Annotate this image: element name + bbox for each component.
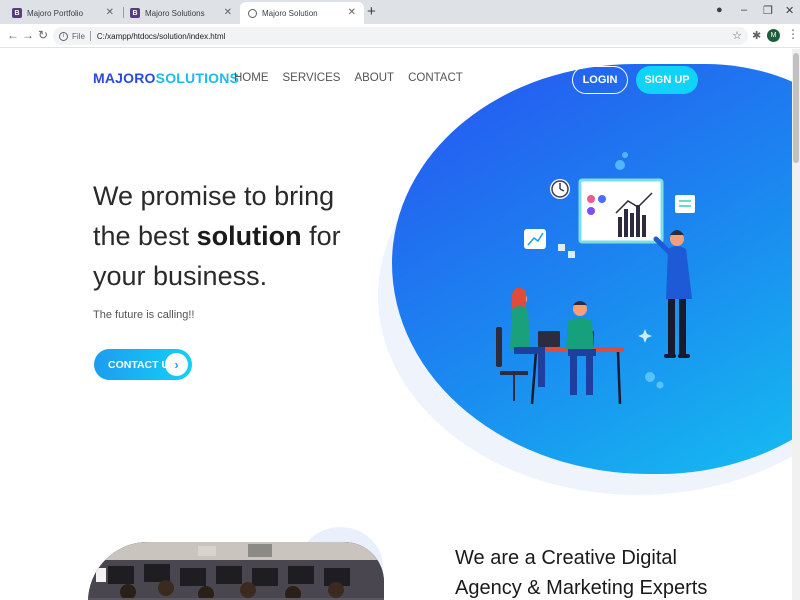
close-icon[interactable]: ✕ [106, 7, 114, 18]
nav-about[interactable]: ABOUT [354, 72, 394, 84]
url-scheme-label: File [72, 31, 85, 41]
browser-toolbar: ← → ↻ i File C:/xampp/htdocs/solution/in… [0, 24, 800, 48]
login-button[interactable]: LOGIN [572, 66, 628, 94]
man-seated [566, 301, 596, 395]
headline-line-1: We promise to bring [93, 181, 335, 211]
profile-avatar[interactable]: M [767, 29, 780, 42]
standing-man [653, 230, 692, 358]
headline-line-2-post: for [301, 221, 341, 251]
tab-title: Majoro Solution [262, 8, 318, 18]
scrollbar-thumb[interactable] [793, 53, 799, 163]
minimize-icon[interactable]: – [741, 4, 747, 16]
logo-part-2: SOLUTIONS [155, 70, 240, 86]
browser-menu-icon[interactable]: ⋮ [787, 27, 799, 41]
url-divider [89, 31, 91, 41]
close-icon[interactable]: ✕ [224, 7, 232, 18]
browser-tab-2[interactable]: B Majoro Solutions ✕ [122, 2, 240, 24]
team-analytics-illustration [496, 152, 695, 405]
globe-icon [248, 8, 257, 18]
hero-headline: We promise to bring the best solution fo… [93, 176, 383, 296]
hero-tagline: The future is calling!! [93, 309, 195, 321]
woman-seated [496, 287, 545, 401]
page-scrollbar[interactable] [792, 49, 800, 600]
new-tab-button[interactable]: + [367, 3, 376, 20]
headline-line-3: your business. [93, 261, 268, 291]
bootstrap-favicon-icon: B [130, 8, 140, 18]
media-control-icon[interactable]: ● [716, 4, 723, 16]
office-photo-wrapper [88, 527, 388, 600]
reload-icon[interactable]: ↻ [38, 28, 48, 42]
bootstrap-favicon-icon: B [12, 8, 22, 18]
clock-icon [550, 179, 570, 199]
browser-tab-bar: B Majoro Portfolio ✕ B Majoro Solutions … [0, 0, 800, 24]
info-icon[interactable]: i [59, 31, 68, 41]
url-text[interactable]: C:/xampp/htdocs/solution/index.html [97, 32, 226, 41]
contact-us-button[interactable]: CONTACT US › [94, 349, 192, 380]
restore-icon[interactable]: ❐ [763, 4, 773, 17]
bookmark-star-icon[interactable]: ☆ [732, 29, 742, 42]
forward-icon[interactable]: → [22, 28, 34, 42]
browser-tab-3-active[interactable]: Majoro Solution ✕ [240, 2, 364, 24]
web-page: MAJOROSOLUTIONS HOME SERVICES ABOUT CONT… [0, 49, 792, 600]
about-heading: We are a Creative Digital Agency & Marke… [455, 543, 707, 600]
decor-bubble [615, 160, 625, 170]
window-close-icon[interactable]: ✕ [785, 4, 794, 17]
tab-title: Majoro Solutions [145, 8, 205, 18]
extensions-puzzle-icon[interactable]: ✱ [752, 29, 761, 42]
about-heading-line-1: We are a Creative Digital [455, 547, 677, 569]
close-icon[interactable]: ✕ [348, 7, 356, 18]
nav-services[interactable]: SERVICES [283, 72, 341, 84]
note-card [675, 195, 695, 213]
browser-tab-1[interactable]: B Majoro Portfolio ✕ [4, 2, 122, 24]
decor-bubble [622, 152, 628, 158]
chevron-right-icon: › [165, 353, 188, 376]
address-bar[interactable]: i File C:/xampp/htdocs/solution/index.ht… [53, 27, 748, 45]
site-logo[interactable]: MAJOROSOLUTIONS [93, 70, 239, 86]
laptop [538, 331, 560, 347]
tab-title: Majoro Portfolio [27, 8, 84, 18]
decor-bubbles [645, 372, 664, 389]
about-heading-line-2: Agency & Marketing Experts [455, 577, 708, 599]
logo-part-1: MAJORO [93, 70, 156, 86]
office-photo-drawing [88, 542, 384, 600]
back-icon[interactable]: ← [7, 28, 19, 42]
nav-contact[interactable]: CONTACT [408, 72, 463, 84]
office-photo [88, 542, 384, 600]
signup-button[interactable]: SIGN UP [636, 66, 698, 94]
headline-emphasis: solution [196, 221, 302, 251]
main-nav: HOME SERVICES ABOUT CONTACT [234, 72, 463, 84]
headline-line-2-pre: the best [93, 221, 197, 251]
nav-home[interactable]: HOME [234, 72, 269, 84]
